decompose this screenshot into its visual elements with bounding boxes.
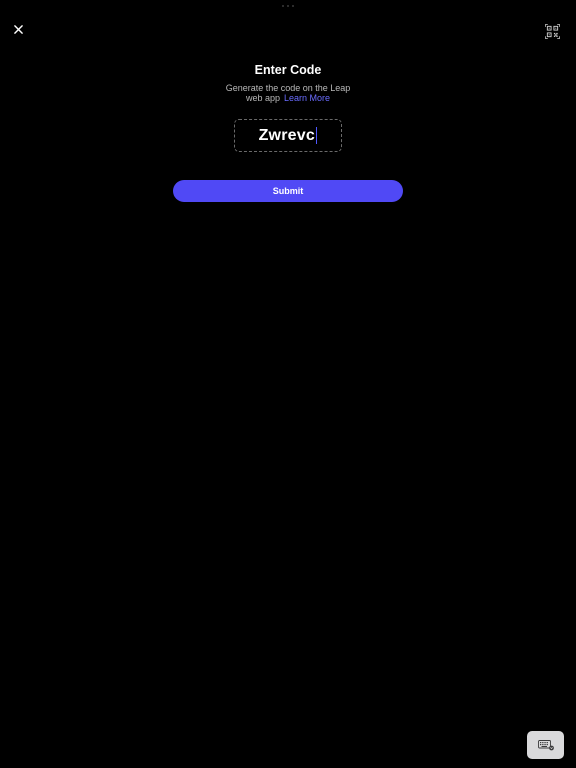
- qr-code-scan-icon: [545, 24, 560, 39]
- page-title: Enter Code: [254, 63, 322, 77]
- code-input-value: Zwrevc: [258, 126, 315, 144]
- text-caret: [315, 127, 318, 144]
- keyboard-dismiss-button[interactable]: [527, 731, 564, 759]
- sheet-grabber[interactable]: [282, 5, 294, 7]
- close-icon: [13, 24, 23, 34]
- close-button[interactable]: [9, 20, 27, 38]
- keyboard-dismiss-icon: [537, 739, 554, 750]
- learn-more-link[interactable]: Learn More: [284, 93, 330, 103]
- code-input[interactable]: Zwrevc: [234, 119, 342, 152]
- enter-code-screen: Enter Code Generate the code on the Leap…: [0, 0, 576, 768]
- qr-scan-button[interactable]: [545, 24, 563, 42]
- submit-button[interactable]: Submit: [173, 180, 403, 202]
- instructions-text: Generate the code on the Leap web app Lea…: [223, 83, 353, 103]
